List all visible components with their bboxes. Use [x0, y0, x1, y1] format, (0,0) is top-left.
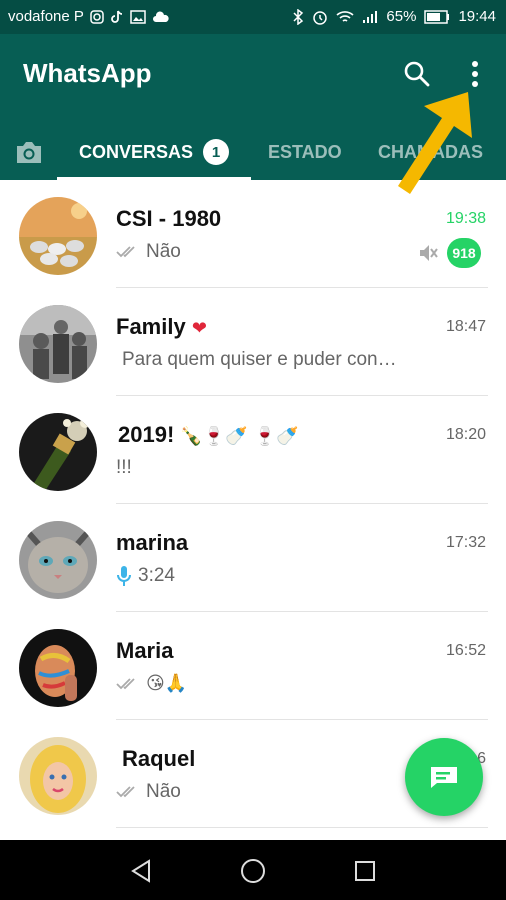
avatar [19, 737, 97, 815]
chat-row[interactable]: Maria 16:52 😘🙏 [0, 612, 506, 720]
instagram-icon [90, 9, 104, 24]
chat-time: 18:47 [445, 318, 486, 335]
avatar [19, 629, 97, 707]
wifi-icon [336, 10, 354, 22]
tab-conversas-label: CONVERSAS [79, 141, 194, 162]
camera-icon [17, 142, 41, 163]
carrier-label: vodafone P [8, 8, 84, 25]
chat-name: CSI - 1980 [116, 206, 222, 231]
clock: 19:44 [458, 8, 496, 25]
voice-duration: 3:24 [138, 565, 175, 586]
home-button[interactable] [236, 854, 270, 888]
home-icon [241, 859, 265, 883]
chat-preview: 😘🙏 [116, 673, 187, 694]
chat-name: Raquel [122, 746, 196, 771]
chat-time: 18:20 [445, 426, 486, 443]
chat-name: Maria [116, 638, 174, 663]
double-check-icon [116, 246, 135, 258]
tab-camera[interactable] [14, 124, 46, 180]
double-check-icon [116, 677, 135, 689]
muted-icon [420, 245, 438, 261]
unread-chats-badge: 1 [203, 139, 230, 165]
unread-count-badge: 918 [447, 238, 481, 268]
chat-time: 17:32 [445, 534, 486, 551]
cloud-icon [152, 10, 169, 22]
chat-preview: !!! [116, 457, 132, 479]
chat-time: 19:38 [445, 210, 486, 227]
avatar [19, 197, 97, 275]
battery-percent: 65% [386, 8, 417, 25]
battery-icon [424, 9, 450, 24]
app-title: WhatsApp [23, 58, 152, 88]
chat-preview: Não [116, 241, 181, 263]
new-chat-icon [431, 767, 457, 788]
avatar [19, 305, 97, 383]
chat-preview-text: !!! [116, 457, 132, 478]
tab-estado-label: ESTADO [268, 141, 342, 162]
microphone-icon [117, 566, 131, 586]
back-icon [131, 859, 150, 883]
chat-preview-text: 😘🙏 [146, 673, 188, 694]
tab-estado[interactable]: ESTADO [268, 124, 342, 180]
bluetooth-icon [293, 8, 304, 25]
gallery-icon [130, 9, 146, 24]
chat-row[interactable]: 2019! 🍾🍷🍼 🍷🍼 18:20 !!! [0, 396, 506, 504]
system-nav-bar [0, 840, 506, 900]
search-icon [404, 61, 430, 87]
signal-icon [363, 10, 378, 23]
new-chat-button[interactable] [405, 738, 483, 816]
chat-name-wrap: Family ❤ [116, 314, 207, 340]
recents-icon [355, 861, 375, 881]
alarm-icon [313, 10, 328, 25]
chat-preview: Para quem quiser e puder con… [122, 349, 397, 371]
chat-preview: Não [116, 781, 181, 803]
more-vert-icon [472, 61, 478, 87]
chat-row[interactable]: Family ❤ 18:47 Para quem quiser e puder … [0, 288, 506, 396]
tiktok-icon [111, 10, 122, 23]
chat-preview-text: Para quem quiser e puder con… [122, 349, 397, 370]
double-check-icon [116, 786, 135, 798]
recents-button[interactable] [348, 854, 382, 888]
tab-conversas[interactable]: CONVERSAS 1 [79, 124, 230, 180]
chat-name-emojis: 🍾🍷🍼 🍷🍼 [180, 426, 299, 447]
divider [116, 827, 488, 828]
heart-emoji: ❤ [191, 318, 207, 339]
chat-name: Family [116, 314, 186, 339]
avatar [19, 413, 97, 491]
back-button[interactable] [124, 854, 158, 888]
chat-preview: 3:24 [116, 565, 175, 587]
chat-name-wrap: 2019! 🍾🍷🍼 🍷🍼 [118, 422, 299, 448]
status-bar: vodafone P 65% 19:44 [0, 0, 506, 34]
chat-preview-text: Não [146, 781, 181, 802]
chat-name: marina [116, 530, 189, 555]
chat-time: 16:52 [445, 642, 486, 659]
chat-row[interactable]: CSI - 1980 19:38 Não 918 [0, 180, 506, 288]
chat-row[interactable]: marina 17:32 3:24 [0, 504, 506, 612]
avatar [19, 521, 97, 599]
chat-preview-text: Não [146, 241, 181, 262]
chat-name: 2019! [118, 422, 175, 447]
